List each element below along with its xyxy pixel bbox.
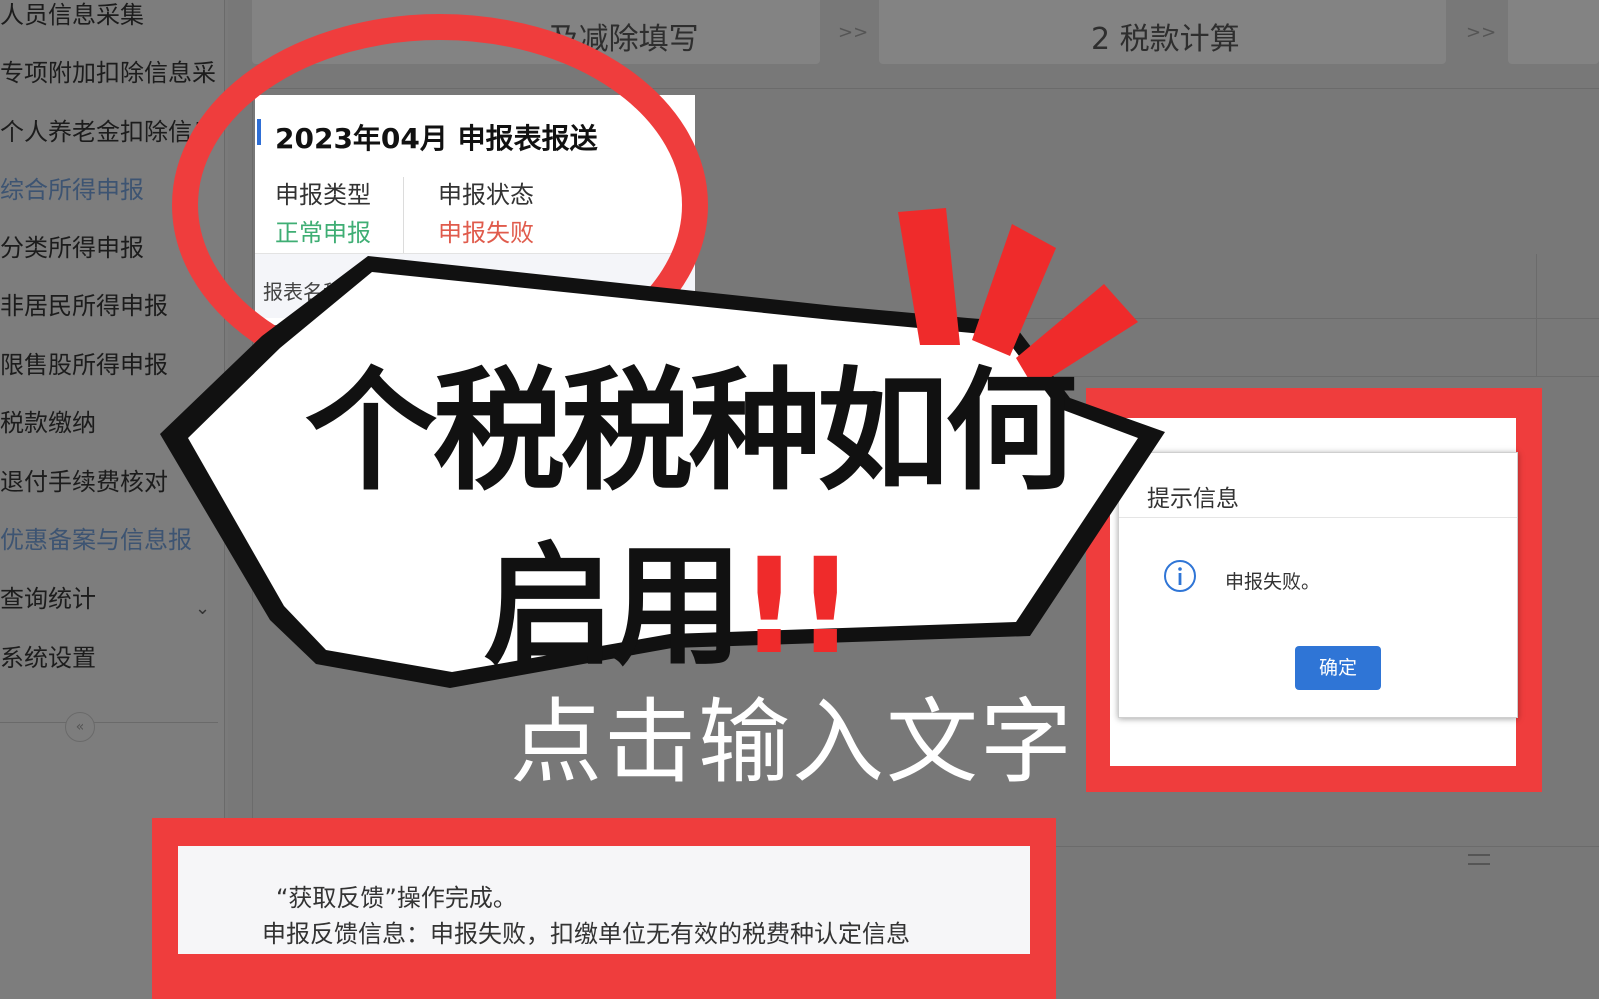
headline-line-1: 个税税种如何 — [305, 355, 1077, 509]
caption-placeholder[interactable]: 点击输入文字 — [510, 668, 1074, 801]
exclamation-icon: !! — [739, 530, 855, 684]
headline-line-2: 启用!! — [483, 500, 855, 691]
headline-word: 启用 — [483, 530, 743, 684]
